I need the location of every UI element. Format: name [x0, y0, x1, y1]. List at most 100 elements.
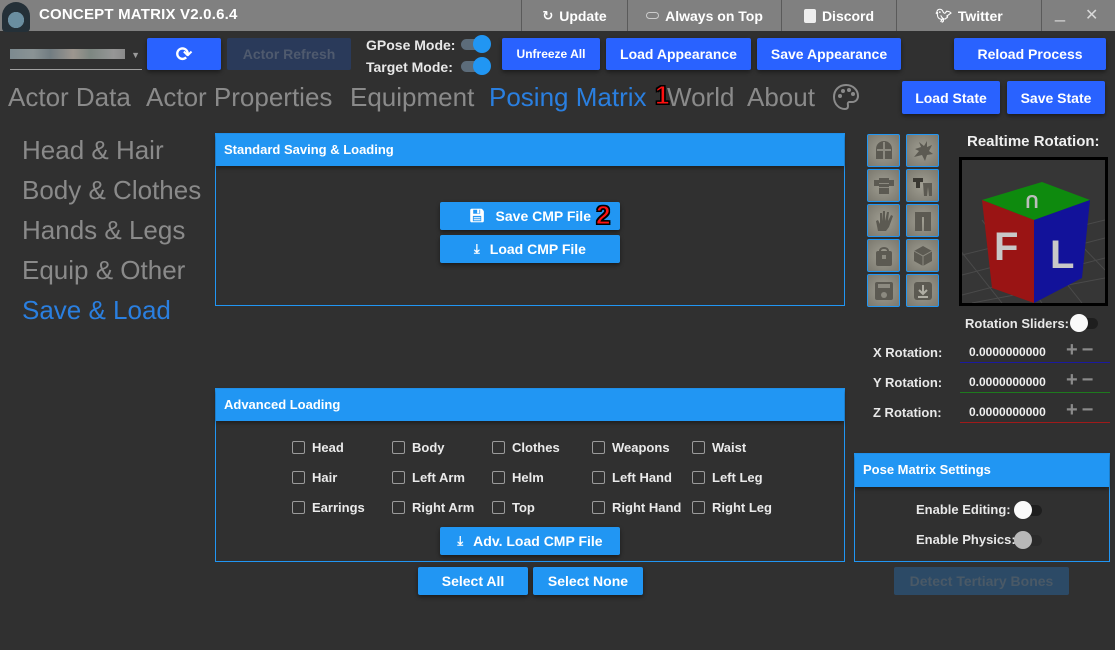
adv-load-cmp-label: Adv. Load CMP File: [473, 533, 603, 549]
rotation-sliders-toggle[interactable]: [1070, 313, 1102, 333]
checkbox-head[interactable]: Head: [292, 440, 344, 455]
helmet-button[interactable]: [867, 134, 900, 167]
x-rotation-stepper[interactable]: +−: [1066, 339, 1097, 362]
minimize-button[interactable]: _: [1055, 2, 1065, 23]
tab-actor-properties[interactable]: Actor Properties: [146, 82, 332, 113]
actor-refresh-button[interactable]: Actor Refresh: [227, 38, 351, 70]
update-label: Update: [559, 7, 607, 24]
rotation-cube-viewport[interactable]: U F L: [959, 157, 1108, 306]
checkbox-left-hand[interactable]: Left Hand: [592, 470, 672, 485]
subtab-head-hair[interactable]: Head & Hair: [22, 135, 164, 166]
discord-icon: [803, 8, 816, 23]
random-button[interactable]: [906, 239, 939, 272]
reload-process-button[interactable]: Reload Process: [954, 38, 1106, 70]
z-rotation-stepper[interactable]: +−: [1066, 399, 1097, 422]
pose-matrix-settings-title: Pose Matrix Settings: [855, 454, 1109, 487]
hand-button[interactable]: [867, 204, 900, 237]
enable-editing-label: Enable Editing:: [916, 502, 1011, 517]
armor-button[interactable]: [867, 169, 900, 202]
refresh-button[interactable]: ⟳: [147, 38, 221, 70]
enable-editing-toggle[interactable]: [1014, 500, 1046, 520]
checkbox-left-arm[interactable]: Left Arm: [392, 470, 465, 485]
refresh-icon: ⟳: [175, 43, 193, 66]
always-on-top-button[interactable]: Always on Top: [627, 0, 781, 31]
update-button[interactable]: ↻ Update: [521, 0, 627, 31]
download-icon: [913, 281, 932, 300]
x-rotation-label: X Rotation:: [873, 345, 943, 360]
z-rotation-label: Z Rotation:: [873, 405, 942, 420]
app-logo: [2, 2, 30, 32]
subtab-equip-other[interactable]: Equip & Other: [22, 255, 185, 286]
checkbox-earrings[interactable]: Earrings: [292, 500, 365, 515]
discord-label: Discord: [821, 7, 875, 24]
select-all-button[interactable]: Select All: [418, 567, 528, 595]
twitter-label: Twitter: [957, 7, 1003, 24]
subtab-save-load[interactable]: Save & Load: [22, 295, 171, 326]
save-pose-button[interactable]: [867, 274, 900, 307]
advanced-loading-title: Advanced Loading: [216, 389, 844, 421]
checkbox-hair[interactable]: Hair: [292, 470, 337, 485]
checkbox-body[interactable]: Body: [392, 440, 445, 455]
bag-button[interactable]: [867, 239, 900, 272]
cube-face-up: U: [1026, 191, 1039, 211]
close-button[interactable]: ✕: [1085, 5, 1098, 25]
checkbox-helm[interactable]: Helm: [492, 470, 544, 485]
save-cmp-label: Save CMP File: [495, 208, 591, 224]
actor-select[interactable]: ▼: [10, 40, 142, 70]
pin-toggle-icon: [646, 12, 660, 19]
palette-icon[interactable]: [831, 82, 861, 112]
save-appearance-button[interactable]: Save Appearance: [757, 38, 901, 70]
rotation-cube: U F L: [962, 182, 1105, 303]
checkbox-waist[interactable]: Waist: [692, 440, 746, 455]
subtab-body-clothes[interactable]: Body & Clothes: [22, 175, 201, 206]
target-mode-toggle[interactable]: [459, 56, 491, 76]
checkbox-top[interactable]: Top: [492, 500, 535, 515]
standard-saving-title: Standard Saving & Loading: [216, 134, 844, 166]
unfreeze-all-button[interactable]: Unfreeze All: [502, 38, 600, 70]
checkbox-weapons[interactable]: Weapons: [592, 440, 670, 455]
select-none-button[interactable]: Select None: [533, 567, 643, 595]
legs-button[interactable]: [906, 204, 939, 237]
detect-tertiary-bones-button[interactable]: Detect Tertiary Bones: [894, 567, 1069, 595]
checkbox-right-leg[interactable]: Right Leg: [692, 500, 772, 515]
enable-physics-label: Enable Physics:: [916, 532, 1016, 547]
twitter-button[interactable]: 🐦︎ Twitter: [896, 0, 1041, 31]
load-appearance-button[interactable]: Load Appearance: [606, 38, 751, 70]
discord-button[interactable]: Discord: [781, 0, 896, 31]
enable-physics-toggle[interactable]: [1014, 530, 1046, 550]
hair-button[interactable]: [906, 134, 939, 167]
cube-face-front: F: [994, 225, 1018, 269]
save-state-button[interactable]: Save State: [1007, 81, 1105, 114]
load-pose-button[interactable]: [906, 274, 939, 307]
tab-equipment[interactable]: Equipment: [350, 82, 474, 113]
cube-face-left: L: [1050, 233, 1074, 277]
load-state-button[interactable]: Load State: [902, 81, 1000, 114]
gpose-mode-toggle[interactable]: [459, 34, 491, 54]
checkbox-right-arm[interactable]: Right Arm: [392, 500, 474, 515]
title-bar: CONCEPT MATRIX V2.0.6.4 ↻ Update Always …: [0, 0, 1115, 32]
checkbox-right-hand[interactable]: Right Hand: [592, 500, 681, 515]
clothes-button[interactable]: [906, 169, 939, 202]
download-icon: ⤓: [474, 241, 480, 256]
clothes-icon: [912, 177, 932, 196]
load-cmp-label: Load CMP File: [489, 241, 586, 257]
checkbox-clothes[interactable]: Clothes: [492, 440, 560, 455]
adv-load-cmp-button[interactable]: ⤓ Adv. Load CMP File: [440, 527, 620, 555]
subtab-hands-legs[interactable]: Hands & Legs: [22, 215, 185, 246]
hand-icon: [875, 210, 893, 231]
y-rotation-stepper[interactable]: +−: [1066, 369, 1097, 392]
save-cmp-button[interactable]: 💾︎ Save CMP File: [440, 202, 620, 230]
checkbox-left-leg[interactable]: Left Leg: [692, 470, 763, 485]
helmet-icon: [875, 140, 892, 159]
realtime-rotation-title: Realtime Rotation:: [967, 133, 1100, 150]
random-dice-icon: [913, 245, 932, 266]
load-cmp-button[interactable]: ⤓ Load CMP File: [440, 235, 620, 263]
tab-world[interactable]: World: [667, 82, 734, 113]
always-on-top-label: Always on Top: [665, 7, 763, 24]
floppy-save-icon: [874, 281, 893, 300]
tab-actor-data[interactable]: Actor Data: [8, 82, 131, 113]
y-rotation-label: Y Rotation:: [873, 375, 943, 390]
tab-about[interactable]: About: [747, 82, 815, 113]
tab-posing-matrix[interactable]: Posing Matrix: [489, 82, 647, 113]
legs-icon: [914, 211, 931, 231]
